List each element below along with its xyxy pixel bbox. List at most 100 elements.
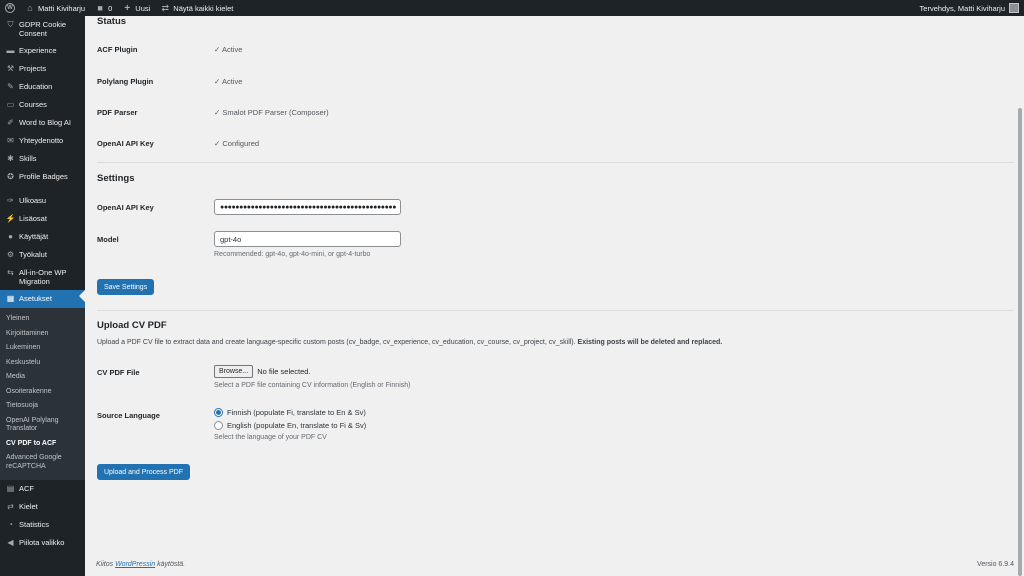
api-key-label: OpenAI API Key [97,203,154,212]
menu-item-tyokalut[interactable]: ⚙ Työkalut [0,246,85,264]
scrollbar-thumb[interactable] [1018,108,1022,576]
submenu-item-osoiterakenne[interactable]: Osoiterakenne [0,385,85,400]
menu-item-kielet[interactable]: ⇄ Kielet [0,498,85,516]
menu-item-skills[interactable]: ✱ Skills [0,150,85,168]
site-name-link[interactable]: ⌂ Matti Kiviharju [20,0,90,16]
new-content-link[interactable]: + Uusi [117,0,155,16]
menu-label: Skills [19,154,37,163]
upload-process-button[interactable]: Upload and Process PDF [97,464,190,480]
grid-icon: ▤ [6,484,15,493]
menu-label: Education [19,82,53,91]
radio-option-finnish[interactable]: Finnish (populate Fi, translate to En & … [214,408,366,417]
upload-row-file: CV PDF File Browse... No file selected. … [97,365,410,389]
menu-label: Kielet [19,502,38,511]
my-account-link[interactable]: Tervehdys, Matti Kiviharju [915,0,1024,16]
menu-item-ulkoasu[interactable]: ✑ Ulkoasu [0,192,85,210]
settings-sliders-icon: ▦ [6,294,15,303]
browse-button[interactable]: Browse... [214,365,254,378]
comment-icon: ■ [97,3,103,13]
section-divider [97,162,1014,163]
languages-label: Näytä kaikki kielet [173,3,234,13]
settings-row-model: Model gpt-4o Recommended: gpt-4o, gpt-4o… [97,231,401,258]
site-name: Matti Kiviharju [38,3,86,13]
comments-link[interactable]: ■ 0 [90,0,117,16]
file-label: CV PDF File [97,368,140,377]
file-description: Select a PDF file containing CV informat… [214,382,411,389]
language-description: Select the language of your PDF CV [214,434,327,441]
wordpress-logo-icon: W [5,3,15,13]
submenu-item-cv-pdf-to-acf[interactable]: CV PDF to ACF [0,437,85,452]
footer-thanks-prefix: Kiitos [96,561,114,568]
menu-item-statistics[interactable]: ◔ Statistics [0,516,85,534]
collapse-icon: ◀ [7,538,14,547]
submenu-item-media[interactable]: Media [0,370,85,385]
menu-label: Projects [19,64,47,73]
menu-item-kayttajat[interactable]: ● Käyttäjät [0,228,85,246]
hammer-icon: ⚒ [6,64,15,73]
menu-item-acf[interactable]: ▤ ACF [0,480,85,498]
scrollbar[interactable] [1015,16,1024,576]
wp-logo-menu[interactable]: W [0,0,20,16]
collapse-menu-button[interactable]: ◀ Piilota valikko [0,534,85,552]
menu-item-profile-badges[interactable]: ✪ Profile Badges [0,168,85,186]
menu-label: GDPR Cookie Consent [19,20,67,38]
status-label: OpenAI API Key [97,139,154,148]
comments-count: 0 [108,3,113,13]
menu-item-word-to-blog[interactable]: ✐ Word to Blog AI [0,114,85,132]
translation-icon: ⇄ [7,502,14,511]
avatar [1009,3,1019,13]
save-settings-button[interactable]: Save Settings [97,279,155,295]
upload-intro-text: Upload a PDF CV file to extract data and… [97,339,576,346]
pin-icon: ✎ [7,82,14,91]
menu-item-asetukset[interactable]: ▦ Asetukset [0,290,85,308]
api-key-value: ●●●●●●●●●●●●●●●●●●●●●●●●●●●●●●●●●●●●●●●●… [220,203,397,211]
api-key-field[interactable]: ●●●●●●●●●●●●●●●●●●●●●●●●●●●●●●●●●●●●●●●●… [214,199,401,215]
submenu-item-openai-polylang[interactable]: OpenAI Polylang Translator [0,414,85,437]
menu-label: Profile Badges [19,172,68,181]
submenu-item-tietosuoja[interactable]: Tietosuoja [0,399,85,414]
menu-label: Word to Blog AI [19,118,71,127]
radio-button-english[interactable] [214,421,223,430]
menu-item-migration[interactable]: ⇆ All-in-One WP Migration [0,264,85,290]
menu-label: All-in-One WP Migration [19,268,67,286]
stats-icon: ◔ [8,520,13,529]
upload-intro-warning: Existing posts will be deleted and repla… [577,339,723,346]
plus-icon: + [124,2,131,14]
settings-heading: Settings [97,173,135,184]
mail-icon: ✉ [7,136,14,145]
menu-label: Ulkoasu [19,196,47,205]
menu-item-courses[interactable]: ▭ Courses [0,96,85,114]
award-icon: ✪ [7,172,14,181]
footer-thanks-suffix: käytöstä. [157,561,186,568]
settings-row-api-key: OpenAI API Key ●●●●●●●●●●●●●●●●●●●●●●●●●… [97,199,401,215]
menu-item-projects[interactable]: ⚒ Projects [0,60,85,78]
menu-item-yhteydenotto[interactable]: ✉ Yhteydenotto [0,132,85,150]
status-row-acf: ACF Plugin ✓ Active [97,45,242,54]
status-value: ✓ Active [214,45,243,54]
menu-item-education[interactable]: ✎ Education [0,78,85,96]
section-divider [97,310,1014,311]
radio-option-english[interactable]: English (populate En, translate to Fi & … [214,421,366,430]
submenu-item-lukeminen[interactable]: Lukeminen [0,341,85,356]
status-label: ACF Plugin [97,45,138,54]
status-row-openai: OpenAI API Key ✓ Configured [97,139,259,148]
menu-label: ACF [19,484,34,493]
wrench-icon: ⚙ [6,250,15,259]
submenu-item-kirjoittaminen[interactable]: Kirjoittaminen [0,327,85,342]
translation-icon: ⇄ [161,2,170,13]
menu-item-experience[interactable]: ▬ Experience [0,42,85,60]
upload-row-language: Source Language Finnish (populate Fi, tr… [97,408,366,441]
wordpress-link[interactable]: WordPressin [115,561,155,568]
radio-label-finnish: Finnish (populate Fi, translate to En & … [227,408,366,417]
menu-item-gdpr[interactable]: ⛉ GDPR Cookie Consent [0,16,85,42]
submenu-item-yleinen[interactable]: Yleinen [0,312,85,327]
menu-item-lisaosat[interactable]: ⚡ Lisäosat [0,210,85,228]
menu-label: Käyttäjät [19,232,49,241]
model-field[interactable]: gpt-4o [214,231,401,247]
admin-sidebar: ⛉ GDPR Cookie Consent ▬ Experience ⚒ Pro… [0,16,85,576]
languages-link[interactable]: ⇄ Näytä kaikki kielet [155,0,238,16]
pencil-icon: ✐ [7,118,14,127]
submenu-item-keskustelu[interactable]: Keskustelu [0,356,85,371]
submenu-item-recaptcha[interactable]: Advanced Google reCAPTCHA [0,451,85,474]
radio-button-finnish[interactable] [214,408,223,417]
